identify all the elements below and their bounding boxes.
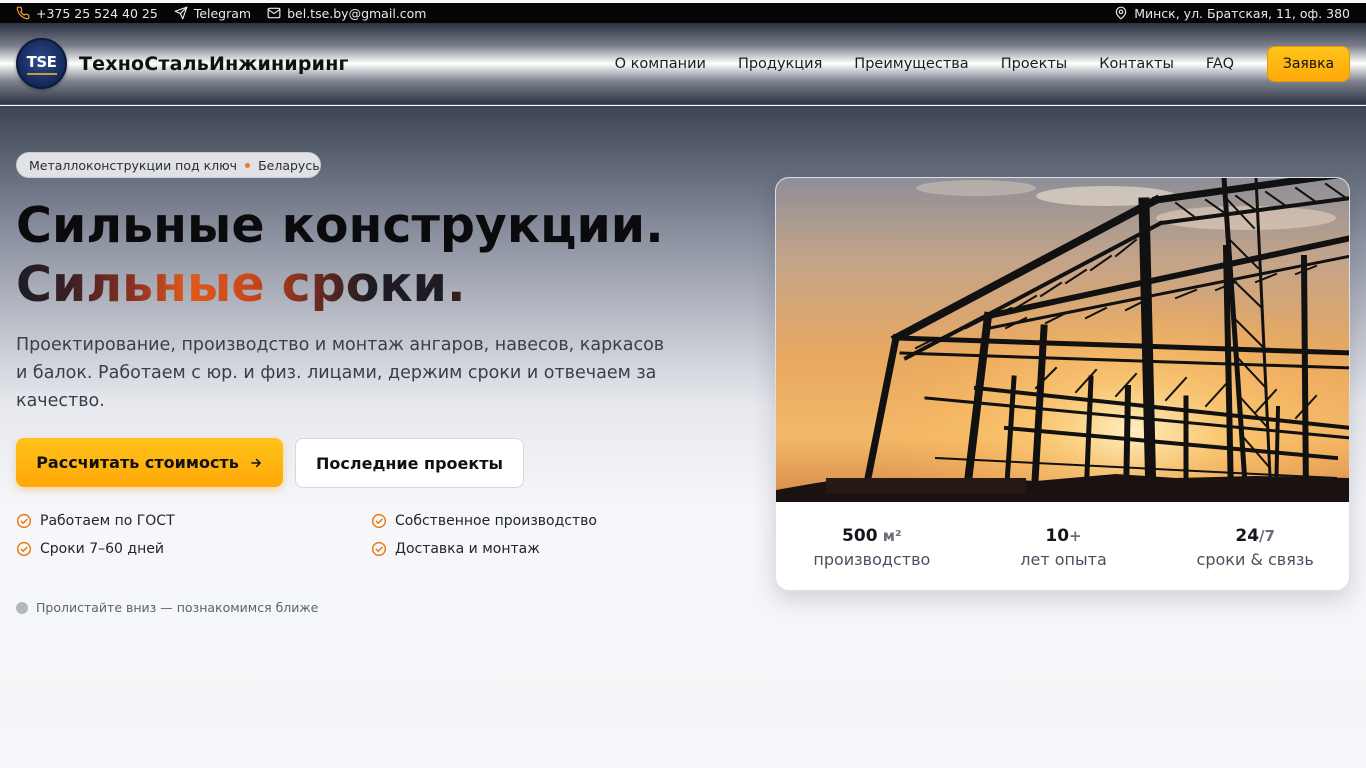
calculate-cost-label: Рассчитать стоимость (36, 453, 239, 472)
feature-item: Доставка и монтаж (371, 539, 656, 559)
stat-support: 24/7 сроки & связь (1159, 525, 1349, 569)
scroll-indicator-icon (16, 601, 28, 614)
logo-link[interactable]: TSE ТехноСтальИнжиниринг (0, 38, 349, 89)
stat-suffix: м² (877, 527, 902, 545)
hero-badge: Металлоконструкции под ключ Беларусь (16, 152, 321, 178)
hero-headline: Сильные конструкции. Сильные сроки. (16, 196, 716, 314)
stat-label: производство (813, 550, 931, 569)
request-button[interactable]: Заявка (1267, 45, 1350, 82)
feature-label: Собственное производство (395, 513, 597, 529)
email-link[interactable]: bel.tse.by@gmail.com (267, 6, 426, 21)
stat-value: 10 (1045, 526, 1070, 546)
feature-label: Работаем по ГОСТ (40, 513, 175, 529)
email-text: bel.tse.by@gmail.com (287, 5, 427, 21)
feature-item: Собственное производство (371, 511, 656, 531)
stat-suffix: /7 (1259, 527, 1275, 545)
scroll-hint: Пролистайте вниз — познакомимся ближе (16, 600, 318, 615)
calculate-cost-button[interactable]: Рассчитать стоимость (16, 438, 283, 487)
page-bottom (0, 728, 1366, 768)
main-nav: О компании Продукция Преимущества Проект… (615, 56, 1234, 72)
telegram-icon (174, 6, 188, 20)
stat-experience: 10+ лет опыта (968, 525, 1160, 569)
stat-label: сроки & связь (1196, 550, 1314, 569)
hero-photo-card: 500 м² производство 10+ лет опыта 24/7 с… (775, 177, 1350, 591)
nav-faq[interactable]: FAQ (1206, 56, 1234, 72)
badge-country: Беларусь (258, 157, 320, 173)
telegram-text: Telegram (193, 5, 252, 21)
logo-text: TSE (26, 52, 57, 71)
stat-value: 500 (842, 526, 878, 546)
feature-item: Сроки 7–60 дней (16, 539, 371, 559)
steel-frame-photo (776, 178, 1349, 502)
latest-projects-button[interactable]: Последние проекты (295, 438, 524, 488)
stat-label: лет опыта (1020, 550, 1107, 569)
address-text: Минск, ул. Братская, 11, оф. 380 (1134, 5, 1350, 21)
location-pin-icon (1114, 6, 1128, 20)
address: Минск, ул. Братская, 11, оф. 380 (1114, 6, 1366, 21)
check-circle-icon (16, 541, 32, 557)
check-circle-icon (16, 513, 32, 529)
stat-value: 24 (1235, 526, 1260, 546)
nav-products[interactable]: Продукция (738, 56, 822, 72)
badge-dot (245, 162, 251, 168)
nav-projects[interactable]: Проекты (1001, 56, 1068, 72)
headline-line-2: Сильные сроки (16, 256, 447, 313)
site-header: TSE ТехноСтальИнжиниринг О компании Прод… (0, 23, 1366, 105)
scroll-hint-text: Пролистайте вниз — познакомимся ближе (36, 600, 319, 615)
stats-row: 500 м² производство 10+ лет опыта 24/7 с… (776, 502, 1349, 590)
check-circle-icon (371, 513, 387, 529)
telegram-link[interactable]: Telegram (174, 6, 251, 21)
nav-advantages[interactable]: Преимущества (854, 56, 968, 72)
phone-icon (16, 6, 30, 20)
top-info-bar: +375 25 524 40 25 Telegram bel.tse.by@gm… (0, 3, 1366, 23)
stat-production: 500 м² производство (776, 525, 968, 569)
nav-about[interactable]: О компании (615, 56, 706, 72)
headline-line-1: Сильные конструкции. (16, 197, 664, 254)
feature-label: Сроки 7–60 дней (40, 541, 164, 557)
logo: TSE (16, 38, 67, 89)
feature-label: Доставка и монтаж (395, 541, 540, 557)
hero-lead: Проектирование, производство и монтаж ан… (16, 335, 665, 411)
phone-link[interactable]: +375 25 524 40 25 (16, 6, 158, 21)
check-circle-icon (371, 541, 387, 557)
phone-text: +375 25 524 40 25 (36, 5, 158, 21)
headline-period: . (447, 256, 466, 313)
logo-underline (26, 72, 57, 75)
badge-label: Металлоконструкции под ключ (29, 157, 238, 173)
nav-contacts[interactable]: Контакты (1099, 56, 1174, 72)
stat-suffix: + (1069, 527, 1082, 545)
mail-icon (267, 6, 281, 20)
feature-list: Работаем по ГОСТ Собственное производств… (16, 511, 656, 559)
feature-item: Работаем по ГОСТ (16, 511, 371, 531)
arrow-right-icon (249, 456, 263, 470)
brand-name: ТехноСтальИнжиниринг (79, 52, 349, 75)
